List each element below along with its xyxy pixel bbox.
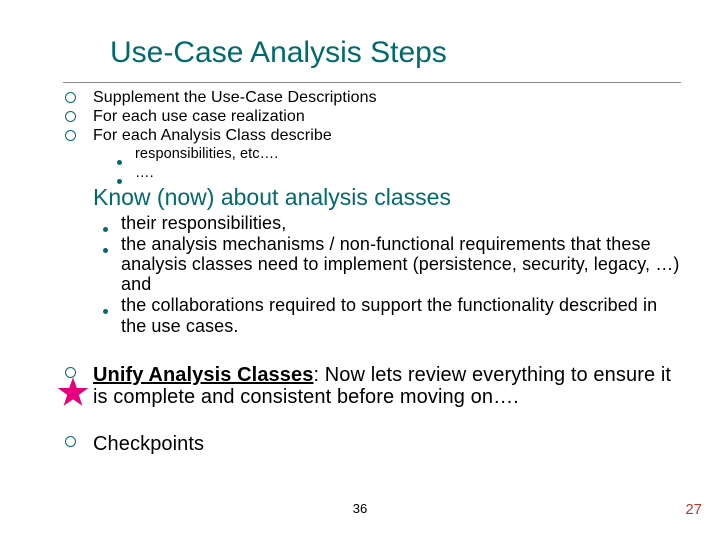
bullet-text: responsibilities, etc…. bbox=[135, 146, 278, 162]
bullet-text: Checkpoints bbox=[93, 433, 204, 455]
bullet-text: For each use case realization bbox=[93, 108, 305, 126]
slide-title: Use-Case Analysis Steps bbox=[110, 36, 447, 70]
bullet-text: the analysis mechanisms / non-functional… bbox=[121, 234, 681, 294]
bullet-each-realization: For each use case realization bbox=[63, 108, 693, 126]
dot-icon bbox=[113, 146, 135, 164]
circle-icon bbox=[63, 127, 93, 143]
dot-icon bbox=[99, 295, 121, 313]
circle-icon bbox=[63, 108, 93, 124]
know-bullet-1: their responsibilities, bbox=[63, 213, 693, 233]
dot-icon bbox=[99, 234, 121, 252]
subbullet-etc: …. bbox=[63, 165, 693, 183]
unify-lead: Unify Analysis Classes bbox=[93, 364, 313, 386]
know-bullet-2: the analysis mechanisms / non-functional… bbox=[63, 234, 693, 294]
bullet-text: the collaborations required to support t… bbox=[121, 295, 681, 335]
bullet-text: For each Analysis Class describe bbox=[93, 127, 332, 145]
bullet-text: their responsibilities, bbox=[121, 213, 286, 233]
dot-icon bbox=[99, 213, 121, 231]
bullet-text: Supplement the Use-Case Descriptions bbox=[93, 89, 377, 107]
dot-icon bbox=[113, 165, 135, 183]
circle-icon bbox=[63, 89, 93, 105]
title-rule bbox=[63, 82, 681, 83]
content-column: Supplement the Use-Case Descriptions For… bbox=[63, 88, 693, 455]
subheading-know: Know (now) about analysis classes bbox=[93, 185, 693, 210]
circle-icon bbox=[63, 433, 93, 449]
bullet-checkpoints: Checkpoints bbox=[63, 433, 693, 455]
slide: Use-Case Analysis Steps Supplement the U… bbox=[0, 0, 720, 540]
bullet-text: …. bbox=[135, 165, 154, 181]
subbullet-responsibilities: responsibilities, etc…. bbox=[63, 146, 693, 164]
know-bullet-3: the collaborations required to support t… bbox=[63, 295, 693, 335]
page-number-center: 36 bbox=[0, 501, 720, 516]
bullet-unify: Unify Analysis Classes: Now lets review … bbox=[63, 364, 693, 409]
bullet-supplement: Supplement the Use-Case Descriptions bbox=[63, 89, 693, 107]
bullet-each-analysis-class: For each Analysis Class describe bbox=[63, 127, 693, 145]
bullet-text: Unify Analysis Classes: Now lets review … bbox=[93, 364, 673, 409]
star-icon bbox=[56, 376, 90, 410]
page-number-right: 27 bbox=[685, 501, 702, 518]
